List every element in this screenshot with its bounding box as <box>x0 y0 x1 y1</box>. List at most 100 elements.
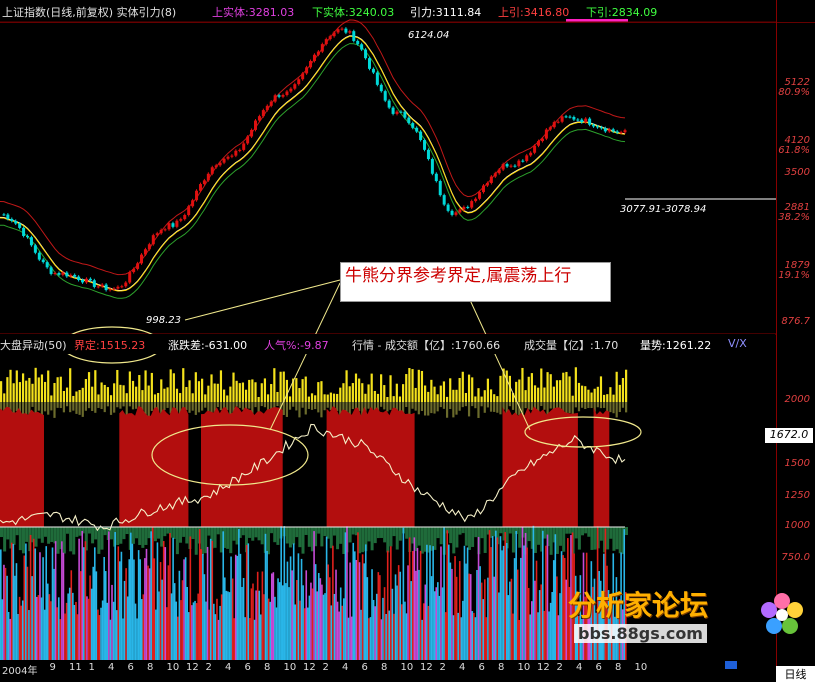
pressure-bar <box>238 402 241 408</box>
candle-body <box>592 124 596 127</box>
turnover-bar <box>238 529 240 660</box>
pressure-bar <box>568 402 571 414</box>
volume-bar <box>593 388 596 402</box>
volume-bar <box>235 380 238 402</box>
bear-zone-bar <box>395 527 399 550</box>
bear-zone-bar <box>370 527 374 551</box>
turnover-bar <box>161 579 163 660</box>
turnover-bar <box>239 553 242 660</box>
volume-bar <box>367 384 370 402</box>
pressure-bar <box>436 402 439 412</box>
volume-bar <box>144 370 147 402</box>
turnover-bar <box>401 604 403 660</box>
turnover-bar <box>469 574 472 660</box>
volume-bar <box>304 376 307 402</box>
bear-zone-bar <box>125 527 129 535</box>
volume-bar <box>210 374 213 402</box>
x-tick: 4 <box>459 662 466 673</box>
bear-zone-bar <box>361 527 365 553</box>
candle-body <box>53 273 57 274</box>
volume-bar <box>354 373 358 402</box>
pressure-bar <box>581 402 584 408</box>
volume-bar <box>543 387 546 402</box>
pressure-bar <box>100 402 103 410</box>
volume-bar <box>194 372 197 402</box>
x-tick: 10 <box>400 662 414 673</box>
volume-bar <box>219 370 223 402</box>
turnover-bar <box>133 559 135 660</box>
bear-zone-bar <box>339 527 343 544</box>
bear-zone-bar <box>141 527 145 548</box>
period-tab[interactable]: 日线 <box>776 666 815 682</box>
candle-body <box>88 278 92 281</box>
turnover-bar <box>441 587 444 660</box>
watermark-title: 分析家论坛 <box>568 589 709 622</box>
turnover-bar <box>369 617 372 660</box>
pressure-bar <box>147 402 150 418</box>
turnover-bar <box>172 537 174 660</box>
candle-body <box>198 184 202 191</box>
turnover-bar <box>498 592 500 660</box>
turnover-bar <box>457 612 459 660</box>
turnover-bar <box>358 562 361 660</box>
turnover-bar <box>120 551 123 660</box>
turnover-bar <box>247 543 250 660</box>
bear-zone-bar <box>50 527 54 543</box>
scroll-marker[interactable] <box>725 661 737 669</box>
bear-zone-bar <box>166 527 170 534</box>
candle-body <box>14 220 18 224</box>
volume-bar <box>320 381 323 402</box>
volume-bar <box>169 369 172 402</box>
bear-zone-bar <box>37 527 41 539</box>
volume-bar <box>552 386 555 402</box>
pressure-bar <box>304 402 307 415</box>
volume-bar <box>50 395 53 402</box>
candle-body <box>159 229 163 234</box>
turnover-bar <box>112 601 115 660</box>
pressure-bar <box>298 402 301 418</box>
candle-body <box>529 152 533 156</box>
volume-bar <box>31 383 34 402</box>
turnover-bar <box>7 611 10 660</box>
bear-zone-bar <box>15 527 19 536</box>
bear-zone-bar <box>12 527 16 545</box>
turnover-bar <box>95 571 98 660</box>
volume-bar <box>527 376 530 402</box>
bear-zone-bar <box>0 527 3 538</box>
turnover-bar <box>14 575 16 660</box>
pressure-bar <box>464 402 468 407</box>
bear-zone-bar <box>204 527 208 554</box>
turnover-bar <box>167 565 170 660</box>
x-tick: 4 <box>225 662 232 673</box>
x-tick: 10 <box>517 662 531 673</box>
turnover-bar <box>382 597 384 660</box>
turnover-bar <box>277 578 279 660</box>
turnover-bar <box>59 619 62 660</box>
candle-body <box>312 54 316 62</box>
volume-bar <box>270 384 273 402</box>
turnover-bar <box>415 570 417 660</box>
turnover-bar <box>399 571 402 660</box>
bear-zone-bar <box>320 527 324 547</box>
turnover-bar <box>18 596 21 660</box>
x-tick: 1 <box>88 662 95 673</box>
volume-bar <box>584 386 587 402</box>
turnover-bar <box>554 534 557 660</box>
turnover-bar <box>308 595 311 660</box>
turnover-bar <box>194 600 196 660</box>
volume-bar <box>0 381 3 402</box>
turnover-bar <box>142 594 145 660</box>
bear-zone-bar <box>47 527 51 544</box>
candle-body <box>619 132 623 134</box>
bear-zone-bar <box>153 527 157 542</box>
advance-decline-value: 涨跌差:-631.00 <box>168 339 248 352</box>
bear-zone-bar <box>568 527 572 534</box>
bear-zone-bar <box>87 527 91 534</box>
bear-zone-bar <box>62 527 66 554</box>
turnover-bar <box>61 541 63 660</box>
bear-zone-bar <box>185 527 189 544</box>
volume-bar <box>326 394 329 402</box>
x-tick: 2 <box>205 662 212 673</box>
x-axis-labels: 2004年 9 11 1 4 6 8 10 12 2 4 6 8 10 12 2 4 6 8 10 12 2 4 6 8 10 12… <box>0 662 776 682</box>
turnover-bar <box>494 530 497 660</box>
